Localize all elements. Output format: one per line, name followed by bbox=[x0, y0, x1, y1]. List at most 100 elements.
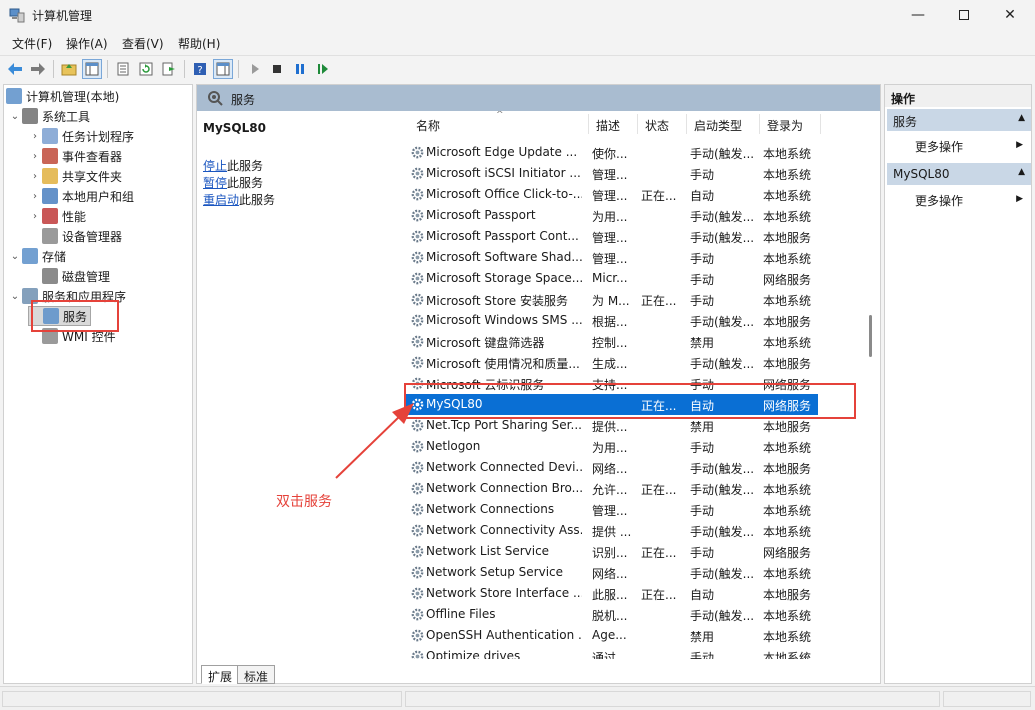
service-logon-as: 本地服务 bbox=[763, 231, 812, 245]
expand-chevron-icon[interactable]: › bbox=[28, 171, 42, 182]
expand-chevron-icon[interactable]: › bbox=[28, 131, 42, 142]
event-viewer-icon bbox=[42, 148, 58, 164]
column-startup-type[interactable]: 启动类型 bbox=[694, 117, 742, 134]
service-row[interactable]: Microsoft Storage Space... Micr... 手动 网络服务 bbox=[404, 268, 867, 289]
service-row[interactable]: Microsoft 使用情况和质量... 生成... 手动(触发... 本地服务 bbox=[404, 352, 867, 373]
service-row[interactable]: Microsoft Windows SMS ... 根据... 手动(触发... 本地… bbox=[404, 310, 867, 331]
close-button[interactable]: ✕ bbox=[987, 0, 1033, 30]
back-button[interactable] bbox=[5, 59, 25, 79]
export-list-button[interactable] bbox=[159, 59, 179, 79]
expand-chevron-icon[interactable]: › bbox=[28, 191, 42, 202]
svg-text:?: ? bbox=[197, 65, 202, 76]
service-description: 为用... bbox=[592, 210, 628, 224]
help-icon: ? bbox=[194, 63, 206, 76]
refresh-button[interactable] bbox=[136, 59, 156, 79]
column-name[interactable]: 名称 bbox=[416, 117, 440, 134]
service-logon-as: 本地系统 bbox=[763, 483, 812, 497]
pause-service-link[interactable]: 暂停 bbox=[203, 176, 227, 190]
actions-group-mysql80[interactable]: MySQL80 ▲ bbox=[887, 163, 1031, 185]
start-service-button[interactable] bbox=[245, 59, 265, 79]
service-row[interactable]: Network Connections 管理... 手动 本地系统 bbox=[404, 499, 867, 520]
service-row[interactable]: Network Connection Bro... 允许... 正在... 手动(触发… bbox=[404, 478, 867, 499]
show-hide-action-pane-button[interactable] bbox=[213, 59, 233, 79]
service-row[interactable]: Microsoft Software Shad... 管理... 手动 本地系统 bbox=[404, 247, 867, 268]
service-row[interactable]: Network Connected Devi... 网络... 手动(触发... 本地… bbox=[404, 457, 867, 478]
tree-item[interactable]: ⌄ 存储 bbox=[8, 246, 66, 266]
service-row[interactable]: Netlogon 为用... 手动 本地系统 bbox=[404, 436, 867, 457]
service-logon-as: 网络服务 bbox=[763, 273, 812, 287]
service-row[interactable]: Microsoft Passport 为用... 手动(触发... 本地系统 bbox=[404, 205, 867, 226]
resume-service-button[interactable] bbox=[313, 59, 333, 79]
tree-item[interactable]: 磁盘管理 bbox=[28, 266, 110, 286]
service-row[interactable]: Microsoft Passport Cont... 管理... 手动(触发... 本… bbox=[404, 226, 867, 247]
service-row[interactable]: Microsoft Store 安装服务 为 M... 正在... 手动 本地系统 bbox=[404, 289, 867, 310]
expand-chevron-icon[interactable]: › bbox=[28, 151, 42, 162]
service-startup-type: 自动 bbox=[690, 189, 715, 203]
expand-chevron-icon[interactable]: ⌄ bbox=[8, 251, 22, 262]
show-hide-action-pane-icon bbox=[216, 62, 230, 76]
tree-item[interactable]: › 性能 bbox=[28, 206, 86, 226]
tree-item[interactable]: › 本地用户和组 bbox=[28, 186, 134, 206]
more-actions-mysql80[interactable]: 更多操作 bbox=[915, 192, 963, 209]
restart-service-link[interactable]: 重启动 bbox=[203, 193, 239, 207]
more-actions-services[interactable]: 更多操作 bbox=[915, 138, 963, 155]
service-row[interactable]: OpenSSH Authentication ... Age... 禁用 本地系统 bbox=[404, 625, 867, 646]
service-logon-as: 本地系统 bbox=[763, 567, 812, 581]
actions-group-services[interactable]: 服务 ▲ bbox=[887, 109, 1031, 131]
tree-item[interactable]: › 任务计划程序 bbox=[28, 126, 134, 146]
pause-service-icon bbox=[296, 64, 304, 74]
properties-icon bbox=[117, 62, 129, 76]
tab-standard[interactable]: 标准 bbox=[237, 665, 276, 684]
services-gear-icon bbox=[208, 91, 223, 106]
service-logon-as: 本地服务 bbox=[763, 588, 812, 602]
menu-action[interactable]: 操作(A) bbox=[66, 35, 108, 52]
service-logon-as: 本地服务 bbox=[763, 420, 812, 434]
menu-file[interactable]: 文件(F) bbox=[12, 35, 52, 52]
tree-item[interactable]: › 事件查看器 bbox=[28, 146, 122, 166]
collapse-icon: ▲ bbox=[1018, 167, 1025, 177]
service-row[interactable]: Optimize drives 通过... 手动 本地系统 bbox=[404, 646, 867, 659]
tree-item[interactable]: 设备管理器 bbox=[28, 226, 122, 246]
service-row[interactable]: Network Store Interface ... 此服... 正在... 自动 本… bbox=[404, 583, 867, 604]
services-header: 服务 bbox=[197, 85, 880, 111]
service-row[interactable]: Microsoft Office Click-to-... 管理... 正在... 自… bbox=[404, 184, 867, 205]
tab-extended[interactable]: 扩展 bbox=[201, 665, 240, 684]
service-row[interactable]: Microsoft Edge Update ... 使你... 手动(触发... 本地… bbox=[404, 142, 867, 163]
expand-chevron-icon[interactable]: ⌄ bbox=[8, 291, 22, 302]
maximize-button[interactable] bbox=[941, 0, 987, 30]
tree-item[interactable]: ⌄ 系统工具 bbox=[8, 106, 90, 126]
service-row[interactable]: Network Connectivity Ass... 提供 ... 手动(触发..… bbox=[404, 520, 867, 541]
service-name: Network Connections bbox=[426, 502, 555, 516]
expand-chevron-icon[interactable]: › bbox=[28, 211, 42, 222]
expand-chevron-icon[interactable]: ⌄ bbox=[8, 111, 22, 122]
service-name: Network Connectivity Ass... bbox=[426, 523, 582, 537]
stop-service-button[interactable] bbox=[267, 59, 287, 79]
column-status[interactable]: 状态 bbox=[645, 117, 669, 134]
stop-service-link[interactable]: 停止 bbox=[203, 159, 227, 173]
tree-item[interactable]: 计算机管理(本地) bbox=[6, 86, 119, 106]
minimize-button[interactable]: — bbox=[895, 0, 941, 30]
help-button[interactable]: ? bbox=[190, 59, 210, 79]
start-service-icon bbox=[252, 64, 259, 74]
menu-help[interactable]: 帮助(H) bbox=[178, 35, 220, 52]
service-row[interactable]: Microsoft iSCSI Initiator ... 管理... 手动 本地系统 bbox=[404, 163, 867, 184]
menu-view[interactable]: 查看(V) bbox=[122, 35, 164, 52]
properties-button[interactable] bbox=[113, 59, 133, 79]
tree-item[interactable]: › 共享文件夹 bbox=[28, 166, 122, 186]
column-description[interactable]: 描述 bbox=[596, 117, 620, 134]
vertical-scrollbar[interactable] bbox=[869, 315, 872, 357]
service-row[interactable]: Network Setup Service 网络... 手动(触发... 本地系统 bbox=[404, 562, 867, 583]
service-name: Microsoft Windows SMS ... bbox=[426, 313, 582, 327]
service-row[interactable]: Network List Service 识别... 正在... 手动 网络服务 bbox=[404, 541, 867, 562]
forward-button[interactable] bbox=[28, 59, 48, 79]
annotation-text: 双击服务 bbox=[276, 494, 332, 510]
column-logon-as[interactable]: 登录为 bbox=[767, 117, 803, 134]
service-logon-as: 本地系统 bbox=[763, 168, 812, 182]
service-name: Network Store Interface ... bbox=[426, 586, 582, 600]
up-button[interactable] bbox=[59, 59, 79, 79]
pause-service-button[interactable] bbox=[290, 59, 310, 79]
show-hide-tree-button[interactable] bbox=[82, 59, 102, 79]
service-row[interactable]: Offline Files 脱机... 手动(触发... 本地系统 bbox=[404, 604, 867, 625]
service-name: Network Setup Service bbox=[426, 565, 564, 579]
service-row[interactable]: Microsoft 键盘筛选器 控制... 禁用 本地系统 bbox=[404, 331, 867, 352]
